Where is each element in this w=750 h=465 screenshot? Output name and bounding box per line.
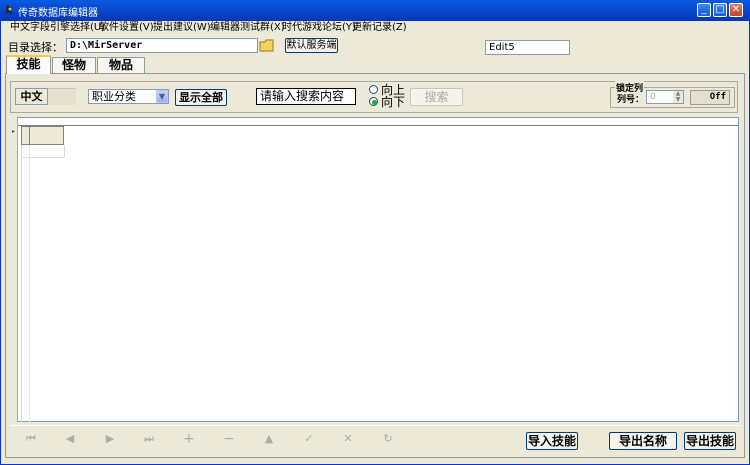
menu-bar: 中文字段引擎选择(U) 软件设置(V) 提出建议(W) 编辑器测试群(X) 时代…: [1, 21, 749, 35]
grid-col-line-3: [64, 145, 65, 157]
lang-value-box: [48, 88, 76, 105]
edit-icon[interactable]: ▲: [262, 432, 276, 446]
app-icon: [6, 5, 13, 15]
dir-label: 目录选择：: [8, 41, 63, 54]
export-name-button[interactable]: 导出名称: [609, 432, 677, 450]
category-value: 职业分类: [92, 90, 136, 103]
lock-toggle[interactable]: Off: [690, 90, 730, 105]
grid-header-divider: [29, 126, 30, 145]
radio-down-label: 向下: [381, 95, 406, 109]
next-icon[interactable]: ▶: [103, 432, 117, 446]
default-server-button[interactable]: 默认服务端: [285, 38, 338, 53]
delete-icon[interactable]: −: [222, 432, 236, 446]
menu-suggestions[interactable]: 提出建议(W): [153, 21, 211, 35]
grid-row-line: [21, 157, 64, 158]
radio-up[interactable]: [369, 85, 378, 94]
grid-header-cell: [21, 126, 64, 145]
last-icon[interactable]: ⏭: [142, 432, 156, 446]
show-all-button[interactable]: 显示全部: [175, 89, 227, 106]
menu-test-group[interactable]: 编辑器测试群(X): [210, 21, 285, 35]
radio-down[interactable]: [369, 97, 378, 106]
search-button[interactable]: 搜索: [410, 88, 463, 106]
window-title: 传奇数据库编辑器: [18, 8, 98, 19]
insert-icon[interactable]: +: [182, 432, 196, 446]
first-icon[interactable]: ⏮: [24, 432, 38, 446]
col-num-value: 0: [650, 92, 656, 102]
spinner-arrows-icon[interactable]: ▲ ▼: [673, 91, 683, 103]
tab-monsters[interactable]: 怪物: [52, 57, 96, 73]
data-grid[interactable]: [10, 117, 739, 422]
folder-browse-icon[interactable]: [259, 38, 275, 53]
refresh-icon[interactable]: ↻: [381, 432, 395, 446]
menu-software-settings[interactable]: 软件设置(V): [99, 21, 154, 35]
maximize-icon: □: [715, 4, 725, 15]
grid-left-scrollbar[interactable]: [10, 117, 18, 422]
tab-items[interactable]: 物品: [97, 57, 145, 73]
col-num-label: 列号：: [617, 95, 645, 105]
menu-engine-select[interactable]: 中文字段引擎选择(U): [10, 21, 105, 35]
chevron-down-icon[interactable]: ▼: [156, 90, 168, 103]
prior-icon[interactable]: ◀: [63, 432, 77, 446]
dir-input[interactable]: D:\MirServer: [66, 38, 258, 53]
cancel-icon[interactable]: ✕: [341, 432, 355, 446]
lang-label: 中文: [15, 88, 48, 105]
post-icon[interactable]: ✓: [302, 432, 316, 446]
close-button[interactable]: ✕: [729, 3, 743, 17]
grid-col-line-1: [21, 145, 22, 422]
minimize-button[interactable]: _: [697, 3, 711, 17]
grid-header-line: [18, 125, 739, 126]
menu-changelog[interactable]: 更新记录(Z): [352, 21, 407, 35]
edit5-field[interactable]: Edit5: [485, 40, 570, 55]
search-input[interactable]: 请输入搜索内容: [256, 88, 356, 105]
row-indicator-icon: ▸: [12, 128, 16, 135]
close-icon: ✕: [731, 4, 741, 15]
export-skill-button[interactable]: 导出技能: [684, 432, 736, 450]
menu-forum[interactable]: 时代游戏论坛(Y): [282, 21, 356, 35]
minimize-icon: _: [701, 4, 707, 15]
maximize-button[interactable]: □: [713, 3, 727, 17]
tab-skills[interactable]: 技能: [6, 55, 51, 74]
grid-col-line-2: [29, 145, 30, 422]
title-bar[interactable]: 传奇数据库编辑器 _ □ ✕: [0, 0, 750, 21]
import-skill-button[interactable]: 导入技能: [526, 432, 578, 450]
